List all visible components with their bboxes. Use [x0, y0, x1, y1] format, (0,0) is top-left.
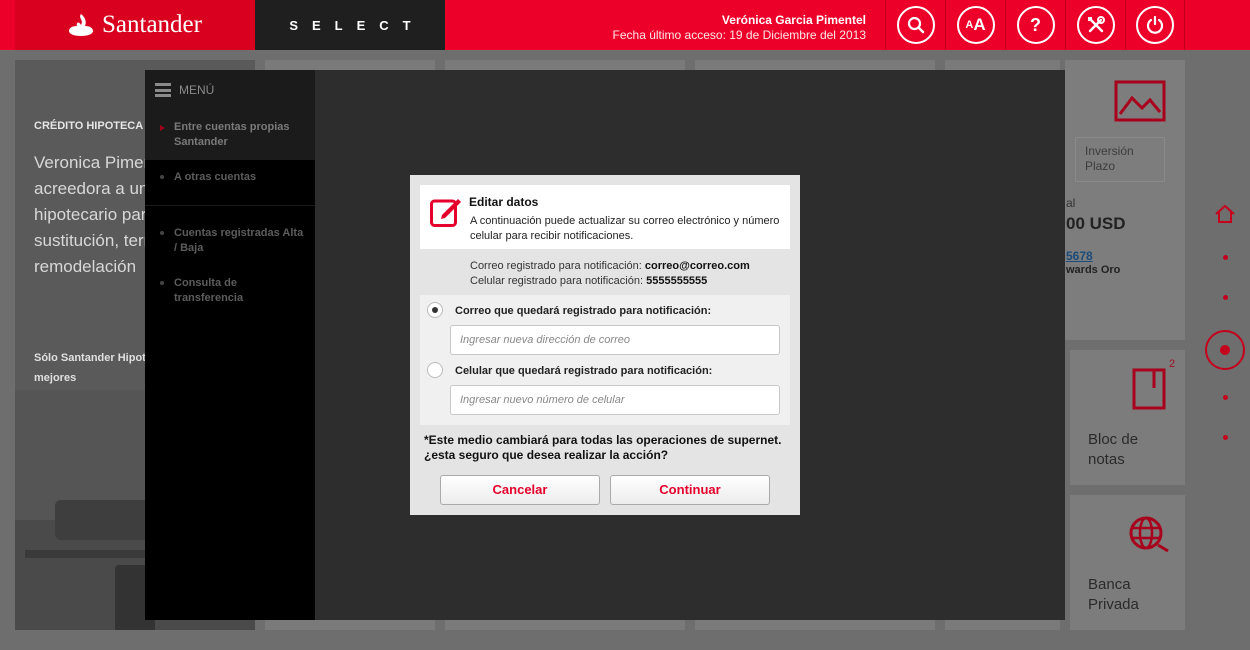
menu-item-own-accounts[interactable]: Entre cuentas propias Santander — [145, 110, 315, 160]
warning-text: *Este medio cambiará para todas las oper… — [424, 433, 782, 462]
help-button[interactable]: ? — [1005, 0, 1065, 50]
private-banking-label: Banca Privada — [1088, 576, 1139, 613]
notepad-icon — [1132, 368, 1166, 410]
email-option-label: Correo que quedará registrado para notif… — [455, 305, 712, 317]
home-icon[interactable] — [1214, 203, 1236, 225]
notes-tile[interactable]: 2 Bloc de notas — [1070, 350, 1185, 485]
menu-header[interactable]: MENÚ — [145, 70, 315, 110]
side-menu: MENÚ Entre cuentas propias Santander A o… — [145, 70, 315, 620]
edit-data-dialog: Editar datos A continuación puede actual… — [410, 175, 800, 515]
notes-count: 2 — [1169, 358, 1176, 370]
continue-button[interactable]: Continuar — [610, 475, 770, 505]
registered-phone-value: 5555555555 — [646, 275, 708, 287]
search-icon — [907, 16, 924, 34]
registered-email: Correo registrado para notificación: cor… — [470, 260, 750, 272]
menu-icon — [155, 83, 171, 97]
new-phone-input[interactable] — [450, 385, 780, 415]
cancel-button[interactable]: Cancelar — [440, 475, 600, 505]
phone-option-label: Celular que quedará registrado para noti… — [455, 365, 713, 377]
dialog-description: A continuación puede actualizar su corre… — [470, 215, 780, 242]
page-dot[interactable] — [1223, 295, 1228, 300]
flame-icon — [69, 14, 94, 36]
email-option-radio[interactable] — [427, 302, 443, 318]
search-button[interactable] — [885, 0, 945, 50]
page-dot[interactable] — [1223, 255, 1228, 260]
edit-icon — [430, 199, 461, 227]
account-link[interactable]: 5678 — [1066, 249, 1093, 263]
logout-button[interactable] — [1125, 0, 1185, 50]
menu-item-registered-accounts[interactable]: Cuentas registradas Alta / Baja — [145, 216, 315, 266]
page-dot[interactable] — [1223, 435, 1228, 440]
promo-kicker: CRÉDITO HIPOTECA — [34, 120, 144, 132]
notification-options: Correo que quedará registrado para notif… — [420, 295, 790, 425]
font-size-icon: AA — [956, 6, 995, 44]
image-icon — [1114, 80, 1166, 122]
menu-divider — [145, 205, 315, 206]
page-dot-active[interactable] — [1205, 330, 1245, 370]
registered-email-value: correo@correo.com — [644, 260, 750, 272]
top-header: Santander SELECT Verónica Garcia Pimente… — [0, 0, 1250, 50]
dialog-title: Editar datos — [469, 195, 539, 209]
registered-phone: Celular registrado para notificación: 55… — [470, 275, 708, 287]
power-icon — [1146, 16, 1164, 34]
page-dot[interactable] — [1223, 395, 1228, 400]
menu-item-other-accounts[interactable]: A otras cuentas — [145, 160, 315, 195]
dialog-header: Editar datos A continuación puede actual… — [420, 185, 790, 249]
balance-label: al — [1066, 196, 1076, 210]
tools-icon — [1087, 16, 1105, 33]
card-name: wards Oro — [1066, 264, 1121, 276]
select-segment-label: SELECT — [255, 0, 445, 50]
last-access: Fecha último acceso: 19 de Diciembre del… — [612, 28, 866, 42]
globe-icon — [1129, 516, 1169, 553]
balance-value: 00 USD — [1066, 214, 1126, 233]
phone-option-radio[interactable] — [427, 362, 443, 378]
font-size-button[interactable]: AA — [945, 0, 1005, 50]
help-icon: ? — [1016, 6, 1055, 44]
tools-button[interactable] — [1065, 0, 1125, 50]
brand-name: Santander — [102, 11, 202, 38]
new-email-input[interactable] — [450, 325, 780, 355]
private-banking-tile[interactable]: Banca Privada — [1070, 495, 1185, 630]
menu-title: MENÚ — [179, 83, 215, 97]
santander-logo[interactable]: Santander — [15, 0, 255, 50]
investment-tab[interactable]: Inversión Plazo — [1075, 137, 1165, 182]
user-info: Verónica Garcia Pimentel Fecha último ac… — [613, 13, 866, 43]
notes-label: Bloc de notas — [1088, 431, 1139, 468]
font-size-label: A — [973, 15, 986, 34]
user-name: Verónica Garcia Pimentel — [721, 13, 866, 27]
menu-item-transfer-query[interactable]: Consulta de transferencia — [145, 266, 315, 316]
